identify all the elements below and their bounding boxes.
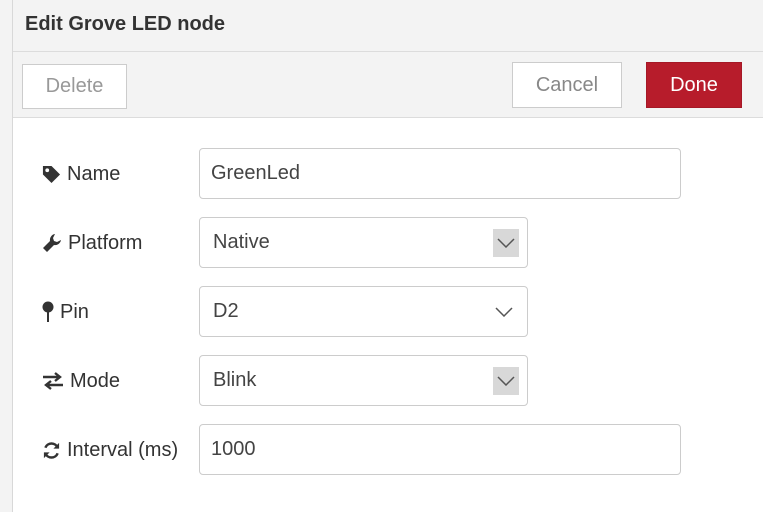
interval-label: Interval (ms) [42,424,178,476]
platform-label-text: Platform [68,231,143,254]
platform-row: Platform Native [13,217,763,269]
chevron-down-icon [495,307,513,317]
pin-select[interactable]: D2 [199,286,528,337]
platform-select[interactable]: Native [199,217,528,268]
cancel-button[interactable]: Cancel [512,62,622,108]
map-pin-icon [42,301,54,322]
left-panel-edge [0,0,13,512]
pin-dropdown-arrow[interactable] [491,298,517,326]
platform-dropdown-arrow[interactable] [493,229,519,257]
pin-row: Pin D2 [13,286,763,338]
mode-row: Mode Blink [13,355,763,407]
interval-row: Interval (ms) 1000 [13,424,763,476]
name-input[interactable]: GreenLed [199,148,681,199]
tag-icon [42,165,61,183]
done-button[interactable]: Done [646,62,742,108]
name-label: Name [42,148,120,200]
platform-label: Platform [42,217,142,269]
node-properties-form: Name GreenLed Platform Native Pin D2 Mod… [13,118,763,512]
platform-select-value: Native [213,231,270,253]
pin-label-text: Pin [60,300,89,323]
interval-input[interactable]: 1000 [199,424,681,475]
chevron-down-icon [497,376,515,386]
name-row: Name GreenLed [13,148,763,200]
refresh-icon [43,441,60,459]
mode-label-text: Mode [70,369,121,392]
dialog-title: Edit Grove LED node [25,13,226,35]
delete-button[interactable]: Delete [22,64,127,109]
pin-select-value: D2 [213,300,239,322]
dialog-header: Edit Grove LED node [13,0,763,52]
wrench-icon [43,234,61,252]
mode-select-value: Blink [213,369,257,391]
pin-label: Pin [42,286,89,338]
mode-label: Mode [42,355,120,407]
exchange-icon [43,372,63,390]
name-label-text: Name [67,162,121,185]
chevron-down-icon [497,238,515,248]
interval-label-text: Interval (ms) [67,438,179,461]
mode-select[interactable]: Blink [199,355,528,406]
dialog-toolbar: Delete Cancel Done [13,52,763,118]
mode-dropdown-arrow[interactable] [493,367,519,395]
